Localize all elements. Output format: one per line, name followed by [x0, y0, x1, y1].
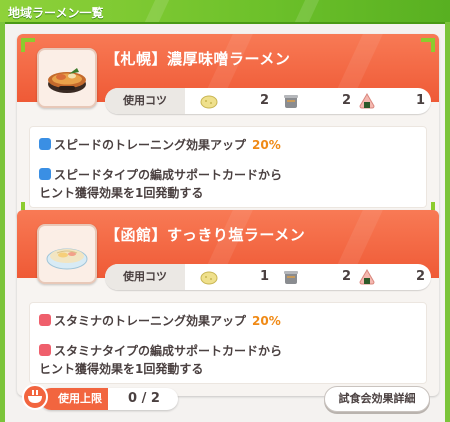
usage-limit-value: 0 / 2 [128, 391, 160, 406]
heart-icon [39, 314, 51, 326]
window-title: 地域ラーメン一覧 [8, 6, 104, 20]
ingredient-count: 2 [259, 93, 269, 108]
miso-ramen-icon [37, 48, 97, 108]
shio-ramen-icon [37, 224, 97, 284]
ingredient-count: 2 [415, 269, 425, 284]
window-titlebar: 地域ラーメン一覧 [0, 0, 450, 24]
titlebar-decoration [144, 0, 170, 22]
ingredient-count: 1 [259, 269, 269, 284]
ingredient-count: 2 [341, 93, 351, 108]
pot-icon [284, 95, 298, 108]
effect-percent: 20% [252, 314, 281, 328]
usage-limit-label: 使用上限 [40, 388, 108, 410]
effect-line: ヒント獲得効果を1回発動する [39, 186, 204, 200]
effect-text: スピードタイプの編成サポートカードから [54, 168, 283, 182]
effect-line: スピードタイプの編成サポートカードから [39, 166, 282, 183]
effect-line: スピードのトレーニング効果アップ 20% [39, 136, 281, 153]
tips-row: 使用コツ 1 2 2 [105, 264, 431, 290]
speed-icon [39, 138, 51, 150]
tasting-effect-details-button[interactable]: 試食会効果詳細 [324, 386, 430, 412]
ramen-card-hakodate[interactable]: 【函館】すっきり塩ラーメン 使用コツ 1 2 2 スタミナのトレーニング効果アッ… [17, 210, 439, 396]
ramen-title: 【札幌】濃厚味噌ラーメン [105, 50, 291, 68]
effect-box: スタミナのトレーニング効果アップ 20% スタミナタイプの編成サポートカードから … [29, 302, 427, 384]
effect-text: スタミナタイプの編成サポートカードから [54, 344, 283, 358]
effect-line: ヒント獲得効果を1回発動する [39, 362, 204, 376]
speed-icon [39, 168, 51, 180]
ramen-list[interactable]: 【札幌】濃厚味噌ラーメン 使用コツ 2 2 1 スピードのトレーニング効果アップ… [5, 24, 445, 422]
tips-label: 使用コツ [105, 88, 185, 114]
ingredient-count: 2 [341, 269, 351, 284]
titlebar-decoration [294, 0, 320, 22]
onigiri-icon [359, 269, 375, 285]
heart-icon [39, 344, 51, 356]
tips-row: 使用コツ 2 2 1 [105, 88, 431, 114]
effect-text: スタミナのトレーニング効果アップ [54, 314, 247, 328]
effect-percent: 20% [252, 138, 281, 152]
bowl-icon [22, 384, 48, 410]
pot-icon [284, 271, 298, 284]
corner-accent [21, 38, 35, 52]
tips-label: 使用コツ [105, 264, 185, 290]
potato-icon [200, 271, 218, 285]
frame-right [445, 22, 450, 422]
effect-line: スタミナのトレーニング効果アップ 20% [39, 312, 281, 329]
ingredient-count: 1 [415, 93, 425, 108]
effect-box: スピードのトレーニング効果アップ 20% スピードタイプの編成サポートカードから … [29, 126, 427, 208]
potato-icon [200, 95, 218, 109]
effect-text: スピードのトレーニング効果アップ [54, 138, 247, 152]
ramen-title: 【函館】すっきり塩ラーメン [105, 226, 306, 244]
corner-accent [421, 38, 435, 52]
ramen-card-sapporo[interactable]: 【札幌】濃厚味噌ラーメン 使用コツ 2 2 1 スピードのトレーニング効果アップ… [17, 34, 439, 220]
effect-line: スタミナタイプの編成サポートカードから [39, 342, 282, 359]
usage-limit: 使用上限 0 / 2 [40, 388, 178, 410]
onigiri-icon [359, 93, 375, 109]
